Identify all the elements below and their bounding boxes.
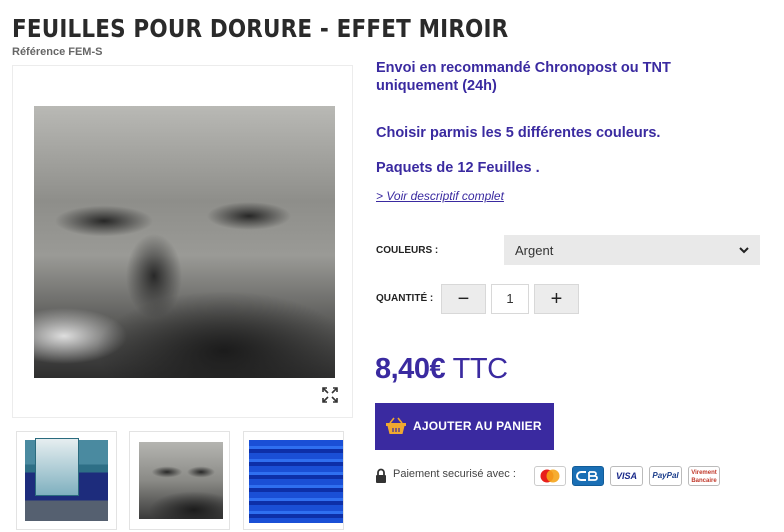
package-image [35,438,79,496]
price: 8,40€ TTC [375,353,508,386]
thumbnail-image [139,442,223,519]
lock-icon [376,468,386,483]
thumbnail-1[interactable] [16,431,117,530]
thumbnail-3[interactable] [243,431,344,530]
color-select-value: Argent [515,243,554,258]
product-photo[interactable] [34,106,335,378]
bank-transfer-icon: Virement Bancaire [688,466,720,486]
visa-icon: VISA [610,466,643,486]
price-suffix: TTC [452,353,508,385]
pack-info: Paquets de 12 Feuilles . [376,160,540,176]
quantity-input[interactable]: 1 [491,284,529,314]
chevron-down-icon [739,247,749,254]
cb-icon [572,466,604,486]
thumbnail-image [249,440,343,523]
quantity-increase-button[interactable]: + [534,284,579,314]
full-description-link[interactable]: > Voir descriptif complet [376,189,504,203]
secure-payment-text: Paiement securisé avec : [393,468,516,480]
product-reference: Référence FEM-S [12,46,103,58]
quantity-decrease-button[interactable]: − [441,284,486,314]
color-select[interactable]: Argent [504,235,760,265]
paypal-icon: PayPal [649,466,682,486]
color-choice-info: Choisir parmis les 5 différentes couleur… [376,125,661,141]
main-product-image[interactable] [12,65,353,418]
thumbnail-2[interactable] [129,431,230,530]
color-label: COULEURS : [376,245,439,256]
price-amount: 8,40€ [375,353,446,385]
basket-icon [386,417,406,434]
add-to-cart-label: AJOUTER AU PANIER [413,419,542,433]
add-to-cart-button[interactable]: AJOUTER AU PANIER [375,403,554,450]
mastercard-icon [534,466,566,486]
expand-icon[interactable] [322,387,338,403]
shipping-info: Envoi en recommandé Chronopost ou TNT un… [376,60,671,94]
product-title: FEUILLES POUR DORURE - EFFET MIROIR [12,14,509,43]
quantity-label: QUANTITÉ : [376,293,434,304]
